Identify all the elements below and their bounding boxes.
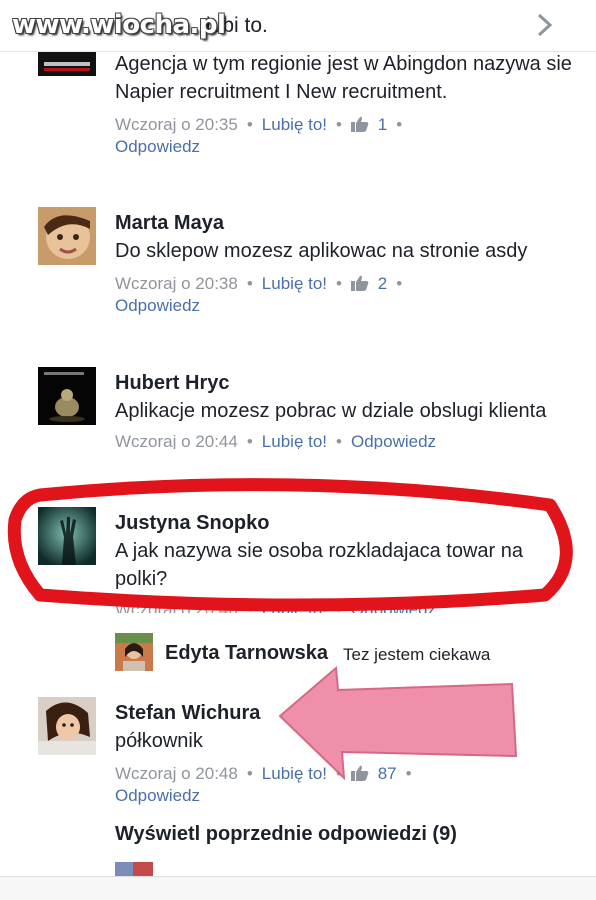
top-bar: lubi to. www.wiocha.pl [0, 0, 596, 52]
commenter-name[interactable]: Stefan Wichura [115, 699, 576, 727]
comment-time[interactable]: Wczoraj o 20:44 [115, 432, 238, 449]
comment-text: Agencja w tym regionie jest w Abingdon n… [115, 53, 572, 103]
comment: Hubert Hryc Aplikacje mozesz pobrac w dz… [0, 367, 596, 487]
avatar[interactable] [38, 207, 96, 265]
reply-link[interactable]: Odpowiedz [351, 432, 436, 449]
nested-reply: Edyta Tarnowska Tez jestem ciekawa [115, 633, 575, 673]
like-link[interactable]: Lubię to! [262, 274, 327, 293]
comment-text: Do sklepow mozesz aplikowac na stronie a… [115, 240, 528, 262]
comment-time[interactable]: Wczoraj o 20:38 [115, 274, 238, 293]
watermark-logo: www.wiocha.pl [12, 10, 226, 40]
comment-text: półkownik [115, 730, 203, 752]
show-previous-replies-link[interactable]: Wyświetl poprzednie odpowiedzi (9) [115, 823, 457, 846]
avatar[interactable] [115, 633, 153, 671]
comment: Agencja w tym regionie jest w Abingdon n… [0, 40, 596, 190]
comment-text: A jak nazywa sie osoba rozkladajaca towa… [115, 540, 524, 590]
like-link[interactable]: Lubię to! [262, 600, 327, 613]
thumbs-up-icon [350, 116, 369, 132]
like-count[interactable]: 87 [378, 764, 397, 783]
commenter-name[interactable]: Marta Maya [115, 209, 576, 237]
bottom-bar [0, 876, 596, 900]
commenter-name[interactable]: Hubert Hryc [115, 369, 576, 397]
reply-link[interactable]: Odpowiedz [115, 137, 200, 156]
comment-meta: Wczoraj o 20:46 • Lubię to! • Odpowiedz [115, 599, 576, 613]
comment-meta: Wczoraj o 20:44 • Lubię to! • Odpowiedz [115, 432, 437, 449]
commenter-name[interactable]: Justyna Snopko [115, 509, 576, 537]
comment: Marta Maya Do sklepow mozesz aplikowac n… [0, 207, 596, 357]
comment-time[interactable]: Wczoraj o 20:46 [115, 600, 238, 613]
reply-link[interactable]: Odpowiedz [115, 786, 200, 805]
like-link[interactable]: Lubię to! [262, 115, 327, 134]
reply-link[interactable]: Odpowiedz [351, 600, 436, 613]
reply-link[interactable]: Odpowiedz [115, 296, 200, 315]
comment-text: Aplikacje mozesz pobrac w dziale obslugi… [115, 400, 547, 422]
like-count[interactable]: 2 [378, 274, 387, 293]
avatar[interactable] [38, 507, 96, 565]
reply-text: Tez jestem ciekawa [343, 645, 491, 664]
commenter-name[interactable]: Edyta Tarnowska [165, 642, 328, 665]
chevron-right-icon[interactable] [534, 12, 556, 38]
comment-time[interactable]: Wczoraj o 20:35 [115, 115, 238, 134]
comment-time[interactable]: Wczoraj o 20:48 [115, 764, 238, 783]
thumbs-up-icon [350, 275, 369, 291]
like-link[interactable]: Lubię to! [262, 432, 327, 449]
avatar[interactable] [38, 367, 96, 425]
like-count[interactable]: 1 [378, 115, 387, 134]
comment: Justyna Snopko A jak nazywa sie osoba ro… [0, 507, 596, 617]
like-link[interactable]: Lubię to! [262, 764, 327, 783]
comment-meta: Wczoraj o 20:35 • Lubię to! • 1 • Odpowiedz [115, 115, 403, 156]
comment: Stefan Wichura półkownik Wczoraj o 20:48… [0, 697, 596, 817]
avatar[interactable] [115, 862, 153, 876]
avatar[interactable] [38, 697, 96, 755]
thumbs-up-icon [350, 765, 369, 781]
comment-meta: Wczoraj o 20:38 • Lubię to! • 2 • Odpowiedz [115, 274, 403, 315]
comment-meta: Wczoraj o 20:48 • Lubię to! • 87 • Odpowiedz [115, 764, 412, 805]
